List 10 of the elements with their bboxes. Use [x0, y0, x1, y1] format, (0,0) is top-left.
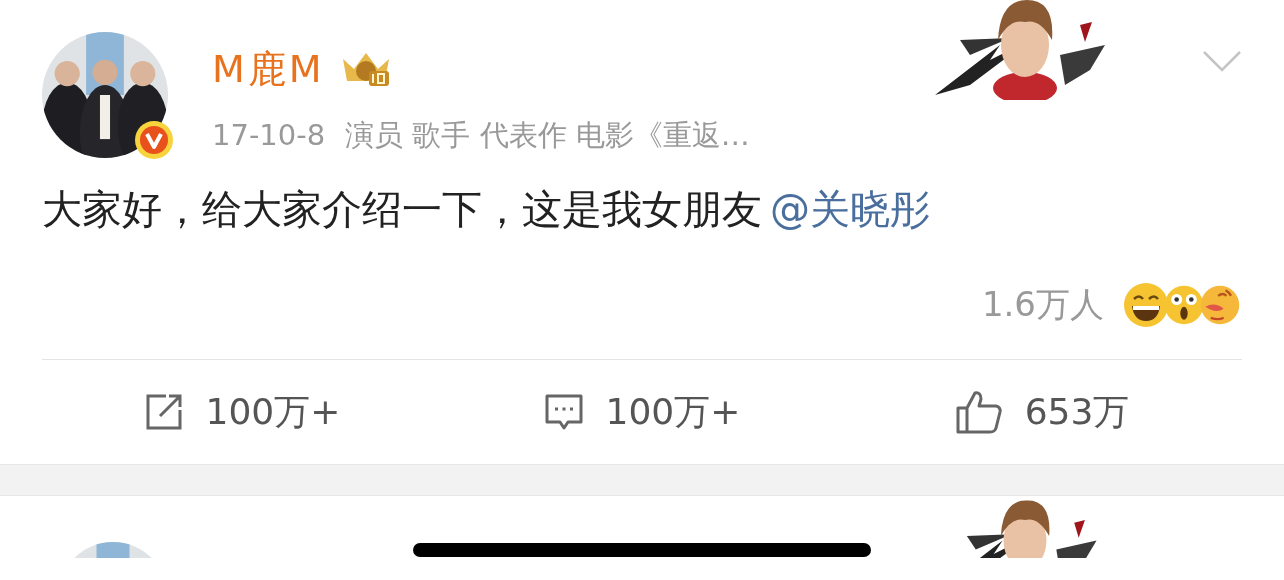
chevron-down-icon[interactable] [1202, 50, 1242, 72]
post-time: 17-10-8 [212, 118, 326, 152]
mention-link[interactable]: @关晓彤 [770, 186, 930, 232]
comment-count[interactable]: 100万+ [605, 387, 741, 437]
like-icon [954, 390, 1003, 434]
post-text: 大家好，给大家介绍一下，这是我女朋友 @关晓彤 [42, 185, 931, 234]
share-count[interactable]: 100万+ [205, 387, 341, 437]
user-description: 演员 歌手 代表作 电影《重返… [345, 118, 750, 152]
like-count[interactable]: 653万 [1024, 387, 1130, 437]
comment-icon [543, 392, 584, 432]
